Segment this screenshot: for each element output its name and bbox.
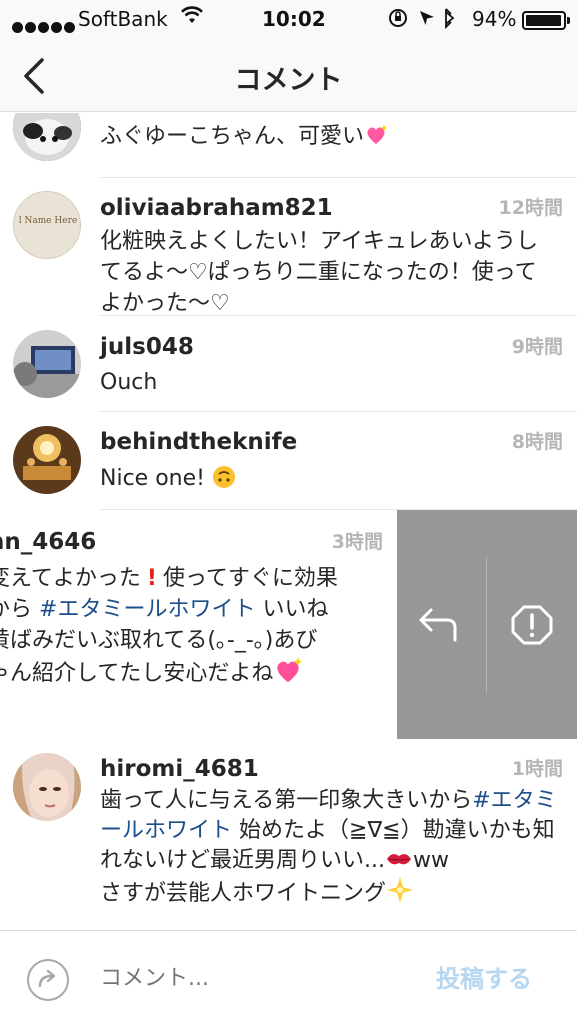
avatar[interactable] (13, 330, 81, 398)
nav-bar: コメント (0, 40, 577, 112)
wifi-icon (180, 5, 204, 30)
comment-username[interactable]: hn_4646 (0, 529, 96, 555)
comment-row-swiped[interactable]: hn_4646 3時間 変えてよかった!使ってすぐに効果 から #エタミールホワ… (0, 510, 577, 739)
comment-row[interactable]: l Name Here oliviaabraham821 12時間 化粧映えよく… (0, 178, 577, 316)
comment-input[interactable] (100, 961, 400, 995)
comment-text: Ouch (100, 370, 158, 395)
comment-row[interactable]: ふぐゆーこちゃん、可愛い (0, 113, 577, 178)
sparkle-star-emoji-icon (386, 876, 414, 904)
exclamation-emoji-icon: ! (146, 566, 157, 591)
comment-text: 変えてよかった!使ってすぐに効果 から #エタミールホワイト いいね 黄ばみだい… (0, 566, 338, 686)
comment-row[interactable]: juls048 9時間 Ouch (0, 316, 577, 412)
reply-arrow-icon[interactable] (417, 602, 467, 648)
comment-row[interactable]: behindtheknife 8時間 Nice one! (0, 412, 577, 510)
comment-timestamp: 12時間 (498, 197, 563, 219)
signal-strength-icon (12, 14, 77, 38)
battery-percent: 94% (472, 7, 517, 31)
location-arrow-icon (420, 11, 434, 25)
status-bar: SoftBank 10:02 94% (0, 0, 577, 40)
comment-timestamp: 1時間 (511, 758, 563, 780)
share-arrow-icon[interactable] (26, 958, 70, 1002)
page-title: コメント (234, 65, 343, 96)
comment-list[interactable]: ふぐゆーこちゃん、可愛い l Name Here oliviaabraham82… (0, 113, 577, 930)
sparkling-heart-emoji-icon (364, 123, 388, 147)
comment-username[interactable]: hiromi_4681 (100, 756, 259, 782)
bluetooth-icon (445, 8, 455, 30)
kiss-mark-emoji-icon (385, 847, 413, 871)
avatar[interactable] (13, 753, 81, 821)
comment-text: ふぐゆーこちゃん、可愛い (100, 121, 560, 152)
comment-timestamp: 3時間 (331, 531, 383, 553)
action-divider (486, 557, 487, 693)
avatar[interactable]: l Name Here (13, 191, 81, 259)
clock: 10:02 (262, 7, 326, 31)
battery-icon (522, 11, 570, 30)
upside-down-face-emoji-icon (212, 465, 236, 489)
comment-text: 歯って人に与える第一印象大きいから#エタミールホワイト 始めたよ（≧∇≦）勘違い… (100, 788, 557, 906)
carrier-name: SoftBank (78, 7, 168, 31)
hashtag-link[interactable]: #エタミールホワイト (39, 597, 255, 622)
comment-content: hn_4646 3時間 変えてよかった!使ってすぐに効果 から #エタミールホワ… (0, 510, 397, 739)
comment-timestamp: 8時間 (511, 431, 563, 453)
orientation-lock-icon (389, 9, 407, 27)
comment-composer: 投稿する (0, 930, 577, 1024)
swipe-actions (397, 510, 577, 739)
post-button[interactable]: 投稿する (436, 959, 532, 994)
comment-text: 化粧映えよくしたい！アイキュレあいようしてるよ〜♡ぱっちり二重になったの！使って… (100, 229, 539, 316)
avatar[interactable] (13, 113, 81, 161)
report-warning-icon[interactable] (507, 602, 557, 648)
comment-text: Nice one! (100, 463, 560, 494)
comment-row[interactable]: hiromi_4681 1時間 歯って人に与える第一印象大きいから#エタミールホ… (0, 739, 577, 929)
status-icons (388, 5, 468, 36)
comment-username[interactable]: behindtheknife (100, 429, 297, 455)
avatar-logo-text: l Name Here (18, 216, 78, 226)
comment-username[interactable]: oliviaabraham821 (100, 195, 333, 221)
avatar[interactable] (13, 426, 81, 494)
comment-username[interactable]: juls048 (100, 334, 194, 360)
sparkling-heart-emoji-icon (273, 656, 303, 686)
comment-timestamp: 9時間 (511, 336, 563, 358)
